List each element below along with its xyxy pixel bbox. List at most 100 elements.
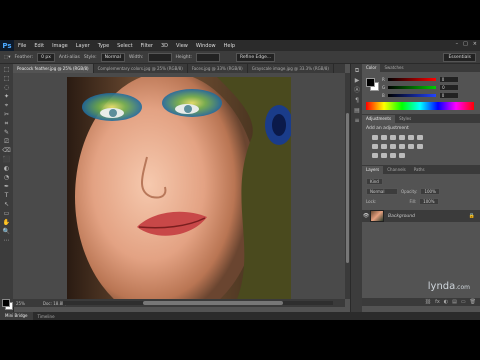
menu-select[interactable]: Select — [113, 43, 136, 49]
healing-tool-icon[interactable]: ⌗ — [2, 120, 11, 127]
eyedropper-tool-icon[interactable]: ✂ — [2, 111, 11, 118]
tab-channels[interactable]: Channels — [383, 166, 410, 174]
curves-icon[interactable] — [390, 135, 396, 140]
pen-tool-icon[interactable]: ✒ — [2, 183, 11, 190]
photo-image[interactable] — [67, 77, 291, 299]
type-tool-icon[interactable]: T — [2, 192, 11, 199]
color-lookup-icon[interactable] — [408, 144, 414, 149]
black-white-icon[interactable] — [381, 144, 387, 149]
tab-peacock-feather[interactable]: Peacock feather.jpg @ 25% (RGB/8) — [13, 64, 94, 73]
move-tool-icon[interactable]: ⬚ — [2, 66, 11, 73]
menu-edit[interactable]: Edit — [30, 43, 48, 49]
document-canvas[interactable] — [13, 73, 345, 299]
width-input[interactable] — [147, 52, 172, 62]
horizontal-scrollbar[interactable] — [63, 301, 333, 305]
more-tools-icon[interactable]: ⋯ — [2, 237, 11, 244]
menu-type[interactable]: Type — [94, 43, 113, 49]
blur-tool-icon[interactable]: ◐ — [2, 165, 11, 172]
menu-image[interactable]: Image — [48, 43, 72, 49]
green-value-input[interactable]: 0 — [439, 83, 460, 91]
green-slider[interactable] — [388, 85, 437, 89]
vibrance-icon[interactable] — [408, 135, 414, 140]
blend-mode-select[interactable]: Normal — [366, 188, 398, 195]
channel-mixer-icon[interactable] — [399, 144, 405, 149]
menu-layer[interactable]: Layer — [72, 43, 94, 49]
info-icon[interactable]: ≡ — [353, 117, 361, 124]
paragraph-icon[interactable]: ¶ — [353, 97, 361, 104]
gradient-map-icon[interactable] — [390, 153, 396, 158]
refine-edge-button[interactable]: Refine Edge... — [235, 52, 276, 62]
fill-input[interactable]: 100% — [419, 198, 439, 205]
brightness-contrast-icon[interactable] — [372, 135, 378, 140]
tab-mini-bridge[interactable]: Mini Bridge — [0, 312, 33, 320]
properties-icon[interactable]: ▤ — [353, 107, 361, 114]
height-input[interactable] — [195, 52, 220, 62]
minimize-icon[interactable]: – — [456, 41, 459, 47]
actions-icon[interactable]: ▶ — [353, 77, 361, 84]
tab-swatches[interactable]: Swatches — [380, 64, 407, 72]
layer-name[interactable]: Background — [388, 214, 415, 219]
tab-timeline[interactable]: Timeline — [33, 314, 60, 319]
marquee-tool-icon[interactable]: ⬚▾ — [4, 55, 11, 60]
foreground-color-swatch[interactable] — [2, 299, 10, 307]
new-group-icon[interactable]: ▤ — [452, 299, 457, 305]
layer-row[interactable]: 👁 Background 🔒 — [362, 210, 480, 222]
quick-select-tool-icon[interactable]: ✦ — [2, 93, 11, 100]
maximize-icon[interactable]: □ — [463, 41, 468, 47]
posterize-icon[interactable] — [372, 153, 378, 158]
brush-tool-icon[interactable]: ✎ — [2, 129, 11, 136]
vertical-scroll-thumb[interactable] — [346, 113, 349, 263]
tab-styles[interactable]: Styles — [395, 115, 415, 123]
menu-filter[interactable]: Filter — [137, 43, 157, 49]
menu-view[interactable]: View — [172, 43, 192, 49]
lasso-tool-icon[interactable]: ◌ — [2, 84, 11, 91]
gradient-tool-icon[interactable]: ⬛ — [2, 156, 11, 163]
history-icon[interactable]: ⧉ — [353, 67, 361, 74]
tab-adjustments[interactable]: Adjustments — [362, 115, 396, 123]
close-icon[interactable]: × — [473, 41, 477, 47]
link-layers-icon[interactable]: ⛓ — [425, 299, 431, 305]
layer-style-icon[interactable]: fx — [435, 299, 440, 305]
levels-icon[interactable] — [381, 135, 387, 140]
foreground-color-swatch[interactable] — [366, 78, 375, 87]
horizontal-scroll-thumb[interactable] — [143, 301, 283, 305]
workspace-select[interactable]: Essentials — [443, 53, 476, 62]
zoom-tool-icon[interactable]: 🔍 — [2, 228, 11, 235]
blue-slider[interactable] — [387, 93, 436, 97]
marquee-tool-icon[interactable]: ⬚ — [2, 75, 11, 82]
tab-color[interactable]: Color — [362, 64, 381, 72]
opacity-input[interactable]: 100% — [420, 188, 440, 195]
red-value-input[interactable]: 0 — [438, 75, 459, 83]
eraser-tool-icon[interactable]: ⌫ — [2, 147, 11, 154]
tab-grayscale-image[interactable]: Grayscale image.jpg @ 33.3% (RGB/8) — [248, 64, 334, 73]
layer-kind-filter[interactable]: Kind — [366, 178, 383, 185]
antialias-checkbox[interactable]: Anti-alias — [59, 55, 80, 60]
menu-help[interactable]: Help — [220, 43, 239, 49]
delete-layer-icon[interactable]: 🗑 — [470, 299, 476, 305]
color-balance-icon[interactable] — [372, 144, 378, 149]
photo-filter-icon[interactable] — [390, 144, 396, 149]
dodge-tool-icon[interactable]: ◔ — [2, 174, 11, 181]
menu-file[interactable]: File — [14, 43, 30, 49]
zoom-level[interactable]: 25% — [16, 301, 25, 306]
menu-window[interactable]: Window — [192, 43, 220, 49]
crop-tool-icon[interactable]: ⌖ — [2, 102, 11, 109]
path-select-tool-icon[interactable]: ↖ — [2, 201, 11, 208]
tab-complementary-colors[interactable]: Complementary colors.jpg @ 25% (RGB/8) — [94, 64, 188, 73]
new-layer-icon[interactable]: ▭ — [461, 299, 466, 305]
invert-icon[interactable] — [417, 144, 423, 149]
tab-paths[interactable]: Paths — [410, 166, 429, 174]
visibility-eye-icon[interactable]: 👁 — [362, 213, 370, 219]
exposure-icon[interactable] — [399, 135, 405, 140]
color-spectrum-ramp[interactable] — [366, 102, 474, 110]
shape-tool-icon[interactable]: ▭ — [2, 210, 11, 217]
character-icon[interactable]: Ⓐ — [353, 87, 361, 94]
hue-saturation-icon[interactable] — [417, 135, 423, 140]
tab-layers[interactable]: Layers — [362, 166, 384, 174]
red-slider[interactable] — [387, 77, 436, 81]
threshold-icon[interactable] — [381, 153, 387, 158]
hand-tool-icon[interactable]: ✋ — [2, 219, 11, 226]
feather-input[interactable]: 0 px — [37, 52, 55, 62]
blue-value-input[interactable]: 0 — [438, 91, 459, 99]
style-select[interactable]: Normal — [100, 52, 125, 62]
